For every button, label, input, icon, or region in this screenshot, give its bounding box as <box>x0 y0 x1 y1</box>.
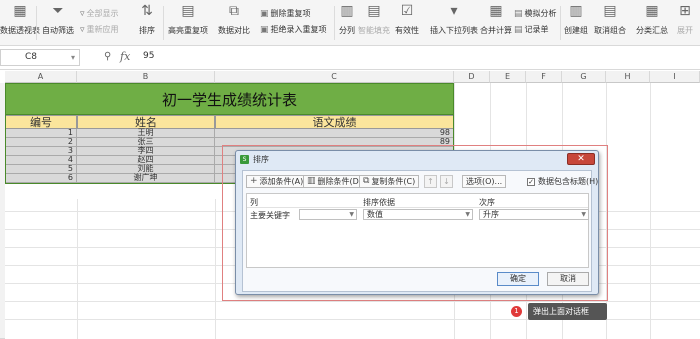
reapply-icon: ▿ <box>80 24 85 35</box>
list-divider <box>247 207 588 208</box>
formula-input[interactable]: 95 <box>143 51 154 61</box>
col-header-h[interactable]: H <box>606 71 650 83</box>
expand-icon: ⊞ <box>679 3 691 19</box>
sort-dialog: S 排序 ✕ + 添加条件(A) ▥ 删除条件(D) ⧉ 复制条件(C) ↑ ↓… <box>235 150 599 295</box>
grid-line <box>5 301 700 302</box>
dropdown-list-icon: ▾ <box>450 3 458 19</box>
chevron-down-icon[interactable]: ▾ <box>71 50 75 65</box>
subtotal-button[interactable]: ▦ 分类汇总 <box>636 2 668 36</box>
ribbon-divider <box>560 6 561 40</box>
compare-icon: ⧉ <box>229 3 239 19</box>
name-box[interactable]: C8 ▾ <box>0 49 80 66</box>
pivot-table-icon: ▦ <box>13 3 27 19</box>
ungroup-icon: ▤ <box>603 3 617 19</box>
col-header-d[interactable]: D <box>454 71 490 83</box>
remove-duplicates-button[interactable]: ▣ 删除重复项 <box>260 8 311 19</box>
copy-icon: ⧉ <box>363 176 370 186</box>
dialog-titlebar[interactable]: S 排序 <box>236 151 598 168</box>
col-header-e[interactable]: E <box>490 71 526 83</box>
consolidate-button[interactable]: ▦ 合并计算 <box>480 2 512 36</box>
annotation-caption: 弹出上面对话框 <box>528 303 607 320</box>
close-button[interactable]: ✕ <box>567 153 595 165</box>
split-column-button[interactable]: ▥ 分列 <box>338 2 356 36</box>
sort-button[interactable]: ⇅ 排序 <box>138 2 156 36</box>
chevron-down-icon: ▼ <box>349 211 354 218</box>
sort-icon: ⇅ <box>141 3 153 19</box>
col-header-f[interactable]: F <box>526 71 562 83</box>
subtotal-icon: ▦ <box>645 3 659 19</box>
trash-icon: ▥ <box>307 176 316 186</box>
group-icon: ▥ <box>569 3 583 19</box>
plus-icon: + <box>250 176 258 186</box>
chevron-down-icon: ▼ <box>581 211 586 218</box>
show-all-button[interactable]: ▿ 全部显示 <box>80 8 119 19</box>
move-up-button[interactable]: ↑ <box>424 175 437 188</box>
highlight-duplicates-button[interactable]: ▤ 高亮重复项 <box>168 2 208 36</box>
insert-dropdown-button[interactable]: ▾ 插入下拉列表 <box>430 2 478 36</box>
show-all-icon: ▿ <box>80 8 85 19</box>
formula-bar: C8 ▾ ⚲ fx 95 <box>0 46 700 70</box>
split-icon: ▥ <box>340 3 354 19</box>
auto-filter-button[interactable]: ⏷ 自动筛选 <box>42 2 74 36</box>
add-condition-button[interactable]: + 添加条件(A) <box>246 175 308 188</box>
zoom-icon[interactable]: ⚲ <box>104 51 111 62</box>
highlight-icon: ▤ <box>181 3 195 19</box>
dialog-body: + 添加条件(A) ▥ 删除条件(D) ⧉ 复制条件(C) ↑ ↓ 选项(O).… <box>242 170 598 292</box>
chevron-down-icon: ▼ <box>465 211 470 218</box>
app-logo-icon: S <box>240 155 249 164</box>
delete-condition-button[interactable]: ▥ 删除条件(D) <box>303 175 366 188</box>
record-form-button[interactable]: ▤ 记录单 <box>514 24 549 35</box>
smart-fill-icon: ▤ <box>367 3 381 19</box>
sort-on-select[interactable]: 数值 ▼ <box>363 209 473 220</box>
data-compare-button[interactable]: ⧉ 数据对比 <box>218 2 250 36</box>
col-header-g[interactable]: G <box>562 71 606 83</box>
primary-key-select[interactable]: ▼ <box>299 209 357 220</box>
ribbon-divider <box>163 6 164 40</box>
col-header-c[interactable]: C <box>215 71 454 83</box>
ribbon-toolbar: ▦ 数据透视表 ⏷ 自动筛选 ▿ 全部显示 ▿ 重新应用 ⇅ 排序 ▤ 高亮重复… <box>0 0 700 46</box>
ok-button[interactable]: 确定 <box>497 272 539 286</box>
grid-line <box>77 199 78 339</box>
consolidate-icon: ▦ <box>489 3 503 19</box>
create-group-button[interactable]: ▥ 创建组 <box>564 2 588 36</box>
ribbon-divider <box>334 6 335 40</box>
grid-line <box>215 199 216 339</box>
filter-icon: ⏷ <box>52 3 64 19</box>
simulate-icon: ▤ <box>514 8 523 19</box>
pivot-table-button[interactable]: ▦ 数据透视表 <box>0 2 40 36</box>
reapply-button[interactable]: ▿ 重新应用 <box>80 24 119 35</box>
col-header-a[interactable]: A <box>5 71 77 83</box>
col-header-b[interactable]: B <box>77 71 215 83</box>
copy-condition-button[interactable]: ⧉ 复制条件(C) <box>359 175 420 188</box>
ungroup-button[interactable]: ▤ 取消组合 <box>594 2 626 36</box>
reject-duplicates-icon: ▣ <box>260 24 269 35</box>
ribbon-divider <box>36 6 37 40</box>
has-header-checkbox[interactable]: ✓ 数据包含标题(H) <box>527 176 598 187</box>
smart-fill-button[interactable]: ▤ 智能填充 <box>358 2 390 36</box>
reject-duplicates-button[interactable]: ▣ 拒绝录入重复项 <box>260 24 327 35</box>
col-header-i[interactable]: I <box>650 71 700 83</box>
options-button[interactable]: 选项(O)... <box>462 175 507 188</box>
checkmark-icon: ✓ <box>527 177 535 186</box>
sort-conditions-list: 列 排序依据 次序 主要关键字 ▼ 数值 ▼ 升序 ▼ <box>246 193 589 268</box>
order-select[interactable]: 升序 ▼ <box>479 209 589 220</box>
simulate-analysis-button[interactable]: ▤ 模拟分析 <box>514 8 557 19</box>
show-detail-button[interactable]: ⊞ 展开 <box>676 2 694 36</box>
record-icon: ▤ <box>514 24 523 35</box>
primary-key-label: 主要关键字 <box>250 211 290 220</box>
validity-icon: ☑ <box>400 3 414 19</box>
fx-icon[interactable]: fx <box>120 50 130 63</box>
annotation-number-badge: 1 <box>511 306 522 317</box>
cancel-button[interactable]: 取消 <box>547 272 589 286</box>
move-down-button[interactable]: ↓ <box>440 175 453 188</box>
validity-button[interactable]: ☑ 有效性 <box>395 2 419 36</box>
remove-duplicates-icon: ▣ <box>260 8 269 19</box>
